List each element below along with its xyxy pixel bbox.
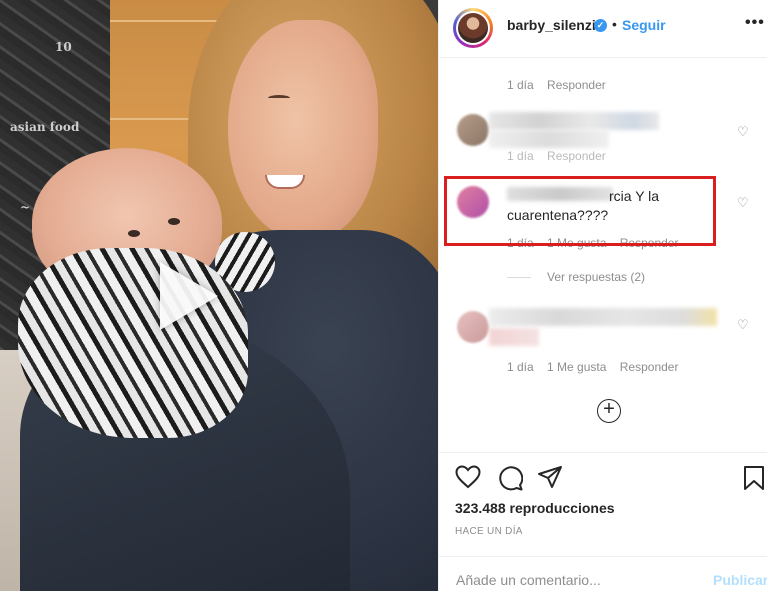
- commenter-avatar[interactable]: [457, 114, 489, 146]
- post-side-panel: barby_silenzi ✓ • Seguir ••• 1 día Respo…: [438, 0, 767, 591]
- view-count[interactable]: 323.488 reproducciones: [455, 500, 615, 516]
- woman-face: [228, 20, 378, 240]
- post-actions: 323.488 reproducciones HACE UN DÍA Añade…: [439, 452, 767, 591]
- comment-icon[interactable]: [497, 465, 524, 496]
- highlighted-comment-outline: [444, 176, 716, 246]
- redacted-comment: [489, 112, 659, 130]
- redacted-comment: [489, 308, 717, 326]
- avatar[interactable]: [453, 8, 493, 48]
- share-icon[interactable]: [537, 465, 563, 494]
- comment-like-icon[interactable]: ♡: [737, 195, 749, 211]
- comment-meta: 1 día 1 Me gusta Responder: [507, 360, 688, 374]
- post-video[interactable]: 10 asian food ~: [0, 0, 438, 591]
- comment-like-icon[interactable]: ♡: [737, 317, 749, 333]
- username-link[interactable]: barby_silenzi: [507, 17, 596, 33]
- post-time-ago[interactable]: HACE UN DÍA: [455, 526, 523, 537]
- reply-button[interactable]: Responder: [620, 360, 679, 374]
- commenter-avatar[interactable]: [457, 311, 489, 343]
- separator-dot: •: [612, 16, 617, 32]
- comment-input[interactable]: Añade un comentario...: [456, 572, 601, 588]
- heart-icon[interactable]: [455, 465, 481, 494]
- comment-time: 1 día: [507, 360, 534, 374]
- comment-time: 1 día: [507, 78, 534, 92]
- reply-button[interactable]: Responder: [547, 78, 606, 92]
- publish-button[interactable]: Publicar: [713, 572, 767, 588]
- woman-eye: [268, 95, 290, 101]
- more-options-icon[interactable]: •••: [745, 14, 765, 32]
- view-replies-label: Ver respuestas (2): [547, 270, 646, 284]
- bookmark-icon[interactable]: [743, 465, 765, 496]
- comment-meta: 1 día Responder: [507, 149, 616, 163]
- add-comment-bar: Añade un comentario... Publicar: [439, 556, 767, 591]
- load-more-comments-icon[interactable]: +: [597, 399, 621, 423]
- replies-divider: [507, 277, 531, 279]
- reply-button[interactable]: Responder: [547, 149, 606, 163]
- follow-button[interactable]: Seguir: [622, 17, 666, 33]
- redacted-comment: [489, 130, 609, 148]
- comment-likes[interactable]: 1 Me gusta: [547, 360, 606, 374]
- redacted-comment: [489, 328, 539, 346]
- view-replies-button[interactable]: Ver respuestas (2): [507, 270, 645, 284]
- comment-time: 1 día: [507, 149, 534, 163]
- comment-meta: 1 día Responder: [507, 78, 616, 92]
- verified-badge-icon: ✓: [594, 19, 607, 32]
- play-icon[interactable]: [160, 262, 218, 330]
- comment-like-icon[interactable]: ♡: [737, 124, 749, 140]
- post-header: barby_silenzi ✓ • Seguir •••: [439, 0, 767, 58]
